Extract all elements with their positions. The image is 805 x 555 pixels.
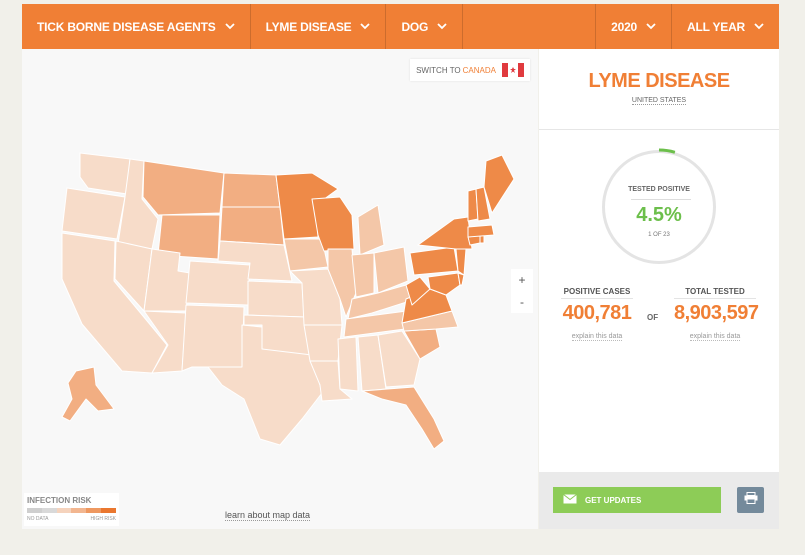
total-tested-label: TOTAL TESTED [685,287,745,296]
state-nm [181,304,245,372]
state-pa [409,246,459,276]
state-mi [357,204,385,256]
legend-swatch [56,508,72,513]
filter-bar: TICK BORNE DISEASE AGENTS LYME DISEASE D… [22,4,779,49]
state-sd [219,206,285,246]
zoom-out-button[interactable]: - [511,291,533,313]
positive-cases-label: POSITIVE CASES [563,287,631,296]
year-dropdown[interactable]: 2020 [595,4,671,49]
species-dropdown-label: DOG [401,19,429,34]
state-in [351,252,375,298]
state-or [61,187,126,240]
printer-icon [744,491,758,509]
chevron-down-icon [436,21,448,33]
legend-color-bar [27,508,116,513]
state-ms [337,336,359,392]
state-wa [79,152,131,195]
chevron-down-icon [645,21,657,33]
legend-swatch [101,508,116,513]
state-ar [303,324,343,362]
disease-dropdown-label: LYME DISEASE [265,19,352,34]
legend-high-label: HIGH RISK [90,516,116,522]
legend-swatch [86,508,102,513]
legend-swatch [41,508,57,513]
explain-total-link[interactable]: explain this data [674,333,756,341]
period-dropdown-label: ALL YEAR [687,19,745,34]
total-tested-value: 8,903,597 [674,302,759,324]
infection-risk-legend: INFECTION RISK NO DATA HIGH RISK [24,493,119,526]
legend-swatch [71,508,87,513]
legend-low-label: NO DATA [27,516,49,522]
divider [539,129,779,130]
of-label: OF [647,313,659,322]
explain-positive-text: explain this data [571,333,623,341]
state-ak [61,366,115,422]
state-ut [143,248,191,312]
positive-cases-value: 400,781 [562,302,632,324]
chevron-down-icon [224,21,236,33]
us-choropleth-map[interactable] [22,49,538,529]
zoom-out-label: - [520,295,524,309]
print-button[interactable] [737,487,764,513]
zoom-in-label: + [518,273,526,287]
region-name: UNITED STATES [631,97,687,105]
state-me [483,154,515,214]
disease-dropdown[interactable]: LYME DISEASE [251,4,387,49]
region-label[interactable]: UNITED STATES [539,97,779,105]
total-tested-stat: TOTAL TESTED 8,903,597 explain this data [674,287,759,341]
explain-total-text: explain this data [689,333,741,341]
period-dropdown[interactable]: ALL YEAR [671,4,779,49]
gauge-progress-arc [658,148,676,154]
divider [561,298,633,299]
map-area[interactable]: SWITCH TO CANADA + - INFECTION RISK NO D… [22,49,538,529]
state-ny [417,216,473,250]
chevron-down-icon [359,21,371,33]
envelope-icon [563,494,577,506]
agent-dropdown-label: TICK BORNE DISEASE AGENTS [37,19,216,34]
state-nd [221,172,281,208]
state-ma [467,224,495,238]
explain-positive-link[interactable]: explain this data [561,333,633,341]
chevron-down-icon [753,21,765,33]
state-ks [247,280,305,318]
year-dropdown-label: 2020 [611,19,638,34]
legend-title: INFECTION RISK [27,496,92,505]
state-co [185,260,251,306]
zoom-in-button[interactable]: + [511,269,533,291]
legend-swatch [27,508,42,513]
learn-about-map-data-link[interactable]: learn about map data [225,510,311,521]
species-dropdown[interactable]: DOG [386,4,464,49]
summary-panel: LYME DISEASE UNITED STATES TESTED POSITI… [539,49,779,529]
state-fl [361,386,445,450]
panel-footer: GET UPDATES [539,472,779,529]
state-mt [142,160,225,216]
get-updates-label: GET UPDATES [585,495,642,505]
positive-cases-stat: POSITIVE CASES 400,781 explain this data [561,287,633,341]
divider [674,298,756,299]
disease-title: LYME DISEASE [588,70,730,92]
get-updates-button[interactable]: GET UPDATES [553,487,721,513]
agent-dropdown[interactable]: TICK BORNE DISEASE AGENTS [22,4,251,49]
